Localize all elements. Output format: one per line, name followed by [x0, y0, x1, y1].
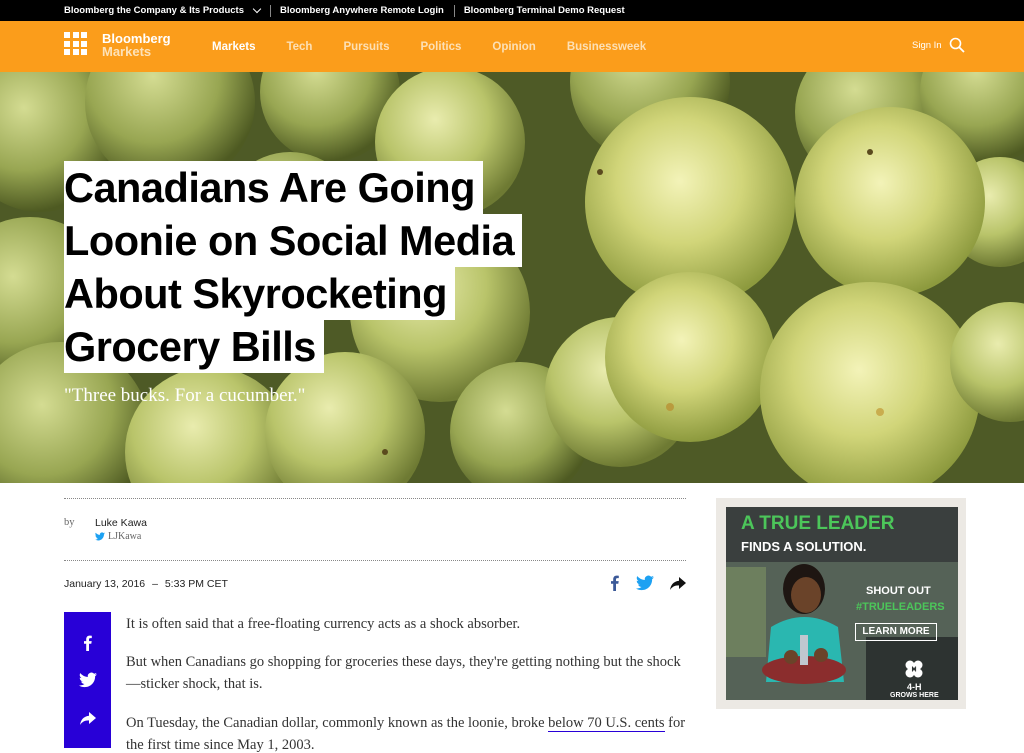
facebook-share-icon[interactable]	[606, 574, 624, 592]
nav-item-pursuits[interactable]: Pursuits	[343, 41, 389, 53]
remote-login-link[interactable]: Bloomberg Anywhere Remote Login	[280, 5, 444, 16]
article-dek: "Three bucks. For a cucumber."	[64, 385, 306, 406]
nav-item-opinion[interactable]: Opinion	[492, 41, 535, 53]
share-arrow-icon[interactable]	[79, 709, 97, 727]
terminal-demo-link[interactable]: Bloomberg Terminal Demo Request	[464, 5, 625, 16]
terminal-demo-label: Bloomberg Terminal Demo Request	[463, 5, 625, 16]
ad-logo-text: 4-H	[907, 682, 922, 692]
nav-item-markets[interactable]: Markets	[212, 41, 255, 53]
ad-learn-more-button[interactable]: LEARN MORE	[855, 623, 937, 641]
sign-in-link[interactable]: Sign In	[912, 40, 942, 51]
publish-time: 5:33 PM CET	[164, 578, 228, 590]
author-name[interactable]: Luke Kawa	[95, 517, 147, 529]
twitter-share-icon[interactable]	[636, 574, 654, 592]
author-handle: LJKawa	[108, 531, 142, 542]
article-paragraph: It is often said that a free-floating cu…	[126, 616, 521, 632]
headline-line: Canadians Are Going	[64, 161, 483, 214]
remote-login-label: Bloomberg Anywhere Remote Login	[280, 5, 444, 16]
divider	[64, 560, 686, 561]
inline-article-link[interactable]: below 70 U.S. cents	[548, 715, 665, 732]
divider	[64, 498, 686, 499]
timestamp-separator: –	[152, 578, 158, 590]
share-arrow-icon[interactable]	[669, 574, 687, 592]
svg-text:H: H	[912, 667, 917, 674]
sticky-share-bar	[64, 612, 111, 748]
brand-section: Markets	[102, 44, 152, 59]
nav-items: Markets Tech Pursuits Politics Opinion B…	[212, 21, 677, 72]
ad-callout: SHOUT OUT	[866, 585, 931, 597]
divider	[453, 4, 455, 17]
search-icon[interactable]	[949, 37, 965, 53]
twitter-icon	[95, 532, 105, 541]
ad-logo-subtext: GROWS HERE	[890, 692, 939, 699]
publish-date: January 13, 2016	[64, 578, 146, 590]
headline-line: About Skyrocketing	[64, 267, 456, 320]
top-utility-bar: Bloomberg the Company & Its Products Blo…	[0, 0, 1024, 21]
paragraph-text: On Tuesday, the Canadian dollar, commonl…	[126, 715, 549, 731]
advertisement[interactable]: A TRUE LEADER FINDS A SOLUTION. SHOUT OU…	[726, 507, 958, 700]
author-twitter-link[interactable]: LJKawa	[95, 531, 141, 542]
ad-hashtag: #TRUELEADERS	[856, 601, 945, 613]
divider	[270, 4, 271, 17]
nav-item-businessweek[interactable]: Businessweek	[567, 41, 646, 53]
chevron-down-icon	[252, 4, 262, 14]
nav-item-politics[interactable]: Politics	[420, 41, 461, 53]
headline-line: Loonie on Social Media	[64, 214, 523, 267]
nav-item-tech[interactable]: Tech	[286, 41, 312, 53]
company-products-menu[interactable]: Bloomberg the Company & Its Products	[64, 4, 262, 16]
bloomberg-grid-logo-icon[interactable]	[64, 32, 87, 55]
ad-4h-logo: H 4-H GROWS HERE	[890, 659, 939, 700]
article-paragraph: On Tuesday, the Canadian dollar, commonl…	[126, 712, 692, 753]
article-headline: Canadians Are Going Loonie on Social Med…	[64, 161, 523, 373]
publish-timestamp: January 13, 2016 – 5:33 PM CET	[64, 578, 228, 590]
company-products-label: Bloomberg the Company & Its Products	[64, 5, 244, 16]
main-nav: Bloomberg Markets Markets Tech Pursuits …	[0, 21, 1024, 72]
clover-icon: H	[905, 660, 923, 678]
article-paragraph: But when Canadians go shopping for groce…	[126, 654, 681, 692]
headline-line: Grocery Bills	[64, 320, 324, 373]
ad-headline: A TRUE LEADER	[741, 513, 895, 534]
twitter-icon[interactable]	[79, 671, 97, 689]
hero-image: Canadians Are Going Loonie on Social Med…	[0, 72, 1024, 483]
brand-logo[interactable]: Bloomberg Markets	[102, 32, 171, 58]
byline-prefix: by	[64, 517, 75, 528]
facebook-icon[interactable]	[79, 634, 97, 652]
ad-subheadline: FINDS A SOLUTION.	[741, 539, 867, 554]
